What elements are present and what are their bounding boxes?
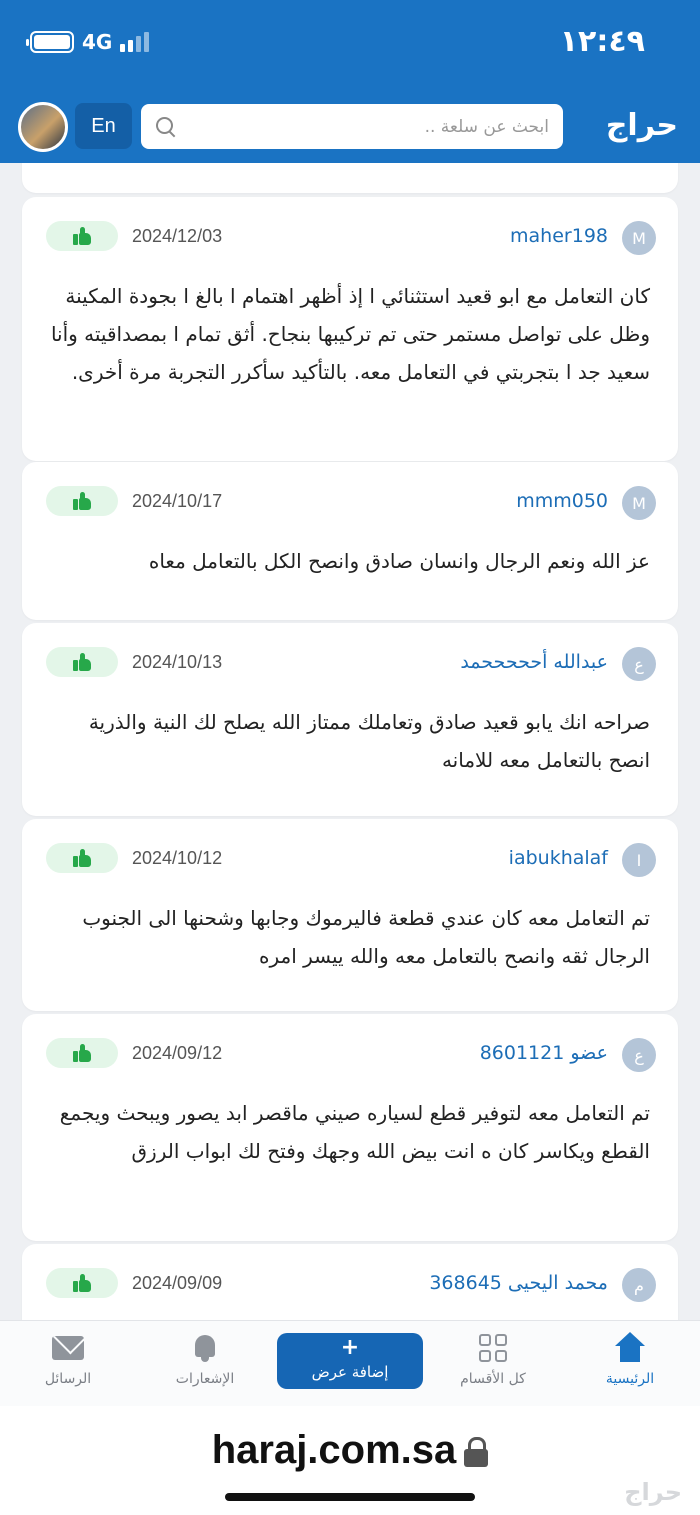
categories-grid-icon [479, 1334, 507, 1362]
plus-icon: + [340, 1335, 360, 1360]
review-username[interactable]: عبدالله أحححححمد [460, 651, 608, 673]
review-username[interactable]: maher198 [510, 225, 608, 247]
positive-rating-badge [46, 1268, 118, 1298]
network-type: 4G [82, 30, 113, 54]
review-text: صراحه انك يابو قعيد صادق وتعاملك ممتاز ا… [88, 710, 650, 772]
review-date: 2024/10/13 [132, 652, 223, 672]
review-text: عز الله ونعم الرجال وانسان صادق وانصح ال… [148, 549, 650, 573]
haraj-logo[interactable]: حراج [606, 108, 678, 143]
review-date: 2024/09/12 [132, 1043, 223, 1063]
add-offer-label: إضافة عرض [311, 1363, 389, 1381]
review-username[interactable]: mmm050 [516, 490, 608, 512]
nav-messages-label: الرسائل [44, 1371, 92, 1387]
review-text: كان التعامل مع ابو قعيد استثنائي ا إذ أظ… [50, 284, 650, 384]
url-bar[interactable]: haraj.com.sa [0, 1428, 700, 1473]
browser-address-bar: haraj.com.sa حراج [0, 1406, 700, 1515]
review-username[interactable]: محمد اليحيى 368645 [429, 1272, 608, 1294]
thumbs-up-icon [73, 492, 91, 510]
review-card: م محمد اليحيى 368645 2024/09/09 [22, 1244, 678, 1320]
thumbs-up-icon [73, 653, 91, 671]
home-indicator[interactable] [225, 1493, 475, 1501]
user-initial-avatar[interactable]: M [622, 486, 656, 520]
positive-rating-badge [46, 1038, 118, 1068]
thumbs-up-icon [73, 1274, 91, 1292]
lock-icon [464, 1437, 489, 1468]
nav-categories-label: كل الأقسام [460, 1371, 526, 1387]
nav-messages[interactable]: الرسائل [13, 1331, 123, 1387]
status-indicators: 4G [26, 30, 150, 54]
home-icon [612, 1332, 648, 1364]
mail-icon [52, 1336, 84, 1360]
review-card: M maher198 2024/12/03 كان التعامل مع ابو… [22, 197, 678, 461]
bell-icon [192, 1333, 218, 1363]
user-avatar[interactable] [18, 102, 68, 152]
review-card: ع عبدالله أحححححمد 2024/10/13 صراحه انك … [22, 623, 678, 816]
positive-rating-badge [46, 221, 118, 251]
user-initial-avatar[interactable]: M [622, 221, 656, 255]
user-initial-avatar[interactable]: م [622, 1268, 656, 1302]
reviews-list[interactable]: M maher198 2024/12/03 كان التعامل مع ابو… [0, 163, 700, 1320]
review-text: تم التعامل معه لتوفير قطع لسياره صيني ما… [59, 1101, 650, 1163]
thumbs-up-icon [73, 227, 91, 245]
nav-home[interactable]: الرئيسية [575, 1331, 685, 1387]
language-button[interactable]: En [75, 103, 132, 149]
user-initial-avatar[interactable]: ع [622, 647, 656, 681]
positive-rating-badge [46, 486, 118, 516]
battery-icon [26, 31, 74, 53]
review-username[interactable]: عضو 8601121 [480, 1042, 608, 1064]
user-initial-avatar[interactable]: I [622, 843, 656, 877]
review-text: تم التعامل معه كان عندي قطعة فاليرموك وج… [82, 906, 650, 968]
nav-notifications[interactable]: الإشعارات [150, 1331, 260, 1387]
review-card-partial [22, 163, 678, 193]
thumbs-up-icon [73, 1044, 91, 1062]
positive-rating-badge [46, 843, 118, 873]
status-time: ١٢:٤٩ [559, 24, 645, 59]
review-date: 2024/10/12 [132, 848, 223, 868]
positive-rating-badge [46, 647, 118, 677]
watermark-logo: حراج [624, 1478, 682, 1506]
signal-icon [120, 32, 150, 52]
review-date: 2024/10/17 [132, 491, 223, 511]
app-header: 4G ١٢:٤٩ En حراج [0, 0, 700, 163]
nav-categories[interactable]: كل الأقسام [438, 1331, 548, 1387]
search-input[interactable] [177, 116, 549, 137]
url-text: haraj.com.sa [211, 1428, 457, 1472]
review-card: I iabukhalaf 2024/10/12 تم التعامل معه ك… [22, 819, 678, 1011]
search-icon[interactable] [155, 116, 177, 138]
review-card: ع عضو 8601121 2024/09/12 تم التعامل معه … [22, 1014, 678, 1241]
nav-home-label: الرئيسية [605, 1371, 655, 1387]
nav-notifications-label: الإشعارات [175, 1371, 235, 1387]
bottom-navigation: الرئيسية كل الأقسام + إضافة عرض الإشعارا… [0, 1320, 700, 1406]
thumbs-up-icon [73, 849, 91, 867]
review-date: 2024/09/09 [132, 1273, 223, 1293]
review-card: M mmm050 2024/10/17 عز الله ونعم الرجال … [22, 462, 678, 620]
add-offer-button[interactable]: + إضافة عرض [277, 1333, 423, 1389]
review-username[interactable]: iabukhalaf [509, 847, 608, 869]
search-bar[interactable] [141, 104, 563, 149]
review-date: 2024/12/03 [132, 226, 223, 246]
user-initial-avatar[interactable]: ع [622, 1038, 656, 1072]
